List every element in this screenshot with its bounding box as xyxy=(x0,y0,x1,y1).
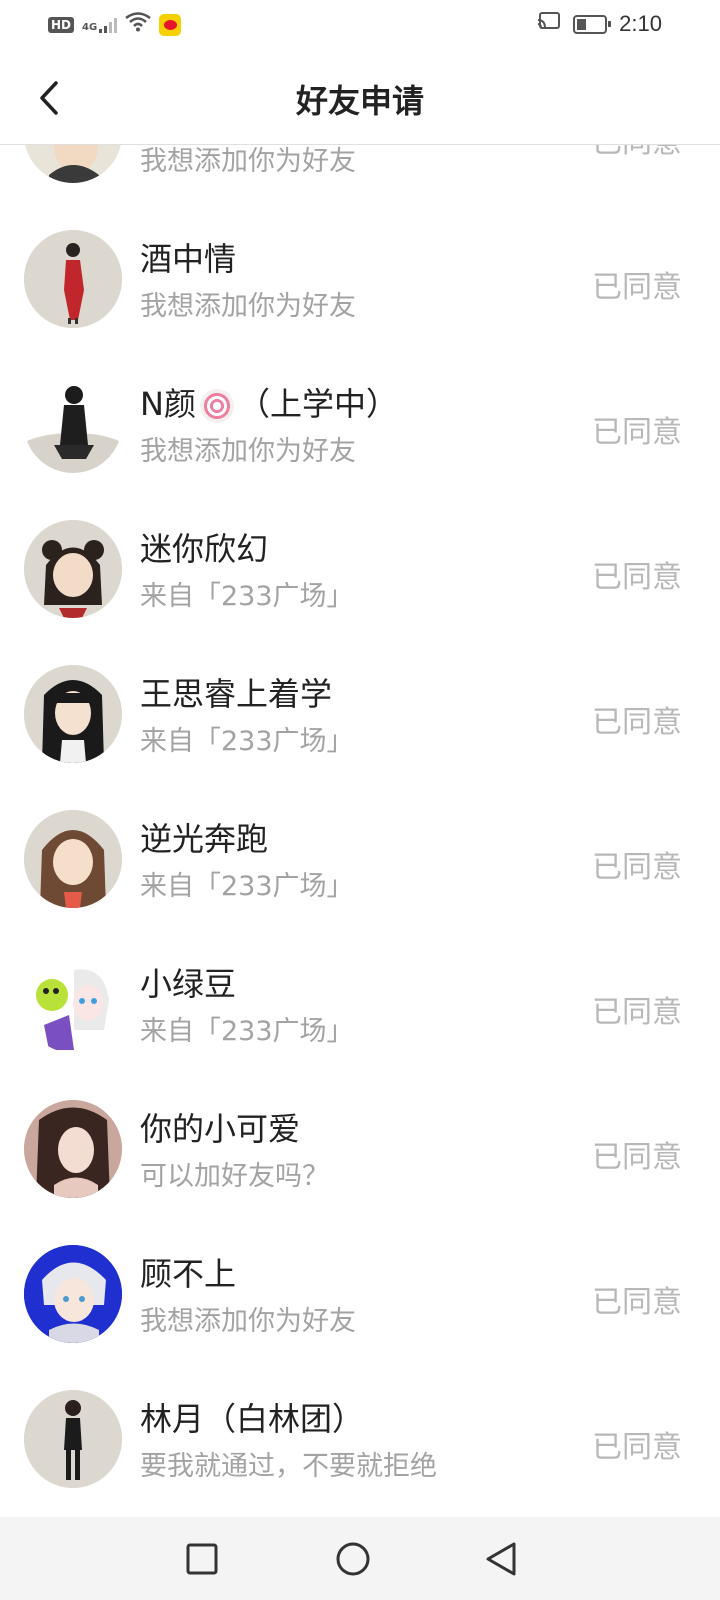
lollipop-emoji-icon xyxy=(199,389,234,423)
status-bar: HD 4G 2:10 xyxy=(0,0,720,52)
requester-name: 酒中情 xyxy=(140,240,237,278)
request-message: 我想添加你为好友 xyxy=(140,436,356,467)
avatar[interactable] xyxy=(24,145,122,183)
clock-time: 2:10 xyxy=(619,11,662,36)
request-message: 来自「233广场」 xyxy=(140,726,354,757)
friend-request-row[interactable]: N颜 （上学中） 我想添加你为好友 已同意 xyxy=(0,329,720,474)
avatar[interactable] xyxy=(24,520,122,618)
request-message: 我想添加你为好友 xyxy=(140,291,356,322)
battery-icon xyxy=(573,14,612,34)
requester-name: 迷你欣幻 xyxy=(140,530,269,568)
home-button[interactable] xyxy=(333,1539,373,1579)
request-status: 已同意 xyxy=(592,415,682,450)
request-status: 已同意 xyxy=(592,145,682,161)
friend-request-row[interactable]: 林月（白林团） 要我就通过，不要就拒绝 已同意 xyxy=(0,1344,720,1489)
page-title: 好友申请 xyxy=(295,82,424,120)
requester-name: 顾不上 xyxy=(140,1255,237,1293)
network-type-label: 4G xyxy=(82,22,98,33)
avatar[interactable] xyxy=(24,1245,122,1343)
avatar[interactable] xyxy=(24,1100,122,1198)
cast-icon xyxy=(537,11,561,37)
request-status: 已同意 xyxy=(592,1285,682,1320)
avatar[interactable] xyxy=(24,955,122,1053)
hd-icon: HD xyxy=(48,17,75,33)
signal-icon: 4G xyxy=(82,17,118,33)
request-status: 已同意 xyxy=(592,850,682,885)
friend-request-row[interactable]: 你的小可爱 可以加好友吗？ 已同意 xyxy=(0,1054,720,1199)
system-navigation-bar xyxy=(0,1517,720,1600)
request-status: 已同意 xyxy=(592,1140,682,1175)
friend-request-row[interactable]: 小绿豆 来自「233广场」 已同意 xyxy=(0,909,720,1054)
requester-name-prefix: N颜 xyxy=(140,385,196,423)
requester-name: 王思睿上着学 xyxy=(140,675,333,713)
friend-request-row[interactable]: 我想添加你为好友 已同意 xyxy=(0,145,720,184)
friend-request-row[interactable]: 王思睿上着学 来自「233广场」 已同意 xyxy=(0,619,720,764)
request-message: 我想添加你为好友 xyxy=(140,146,356,177)
requester-name: 小绿豆 xyxy=(140,965,237,1003)
back-triangle-icon xyxy=(486,1542,516,1576)
request-status: 已同意 xyxy=(592,705,682,740)
request-message: 来自「233广场」 xyxy=(140,581,354,612)
requester-name-suffix: （上学中） xyxy=(237,385,398,423)
friend-request-row[interactable]: 顾不上 我想添加你为好友 已同意 xyxy=(0,1199,720,1344)
avatar[interactable] xyxy=(24,1390,122,1488)
request-status: 已同意 xyxy=(592,995,682,1030)
recents-square-icon xyxy=(186,1543,218,1575)
recents-button[interactable] xyxy=(182,1539,222,1579)
request-message: 可以加好友吗？ xyxy=(140,1161,329,1192)
request-message: 要我就通过，不要就拒绝 xyxy=(140,1451,437,1482)
home-circle-icon xyxy=(336,1542,370,1576)
header-bar: 好友申请 xyxy=(0,52,720,145)
status-left-icons: HD 4G xyxy=(48,12,182,38)
avatar[interactable] xyxy=(24,665,122,763)
requester-name: 逆光奔跑 xyxy=(140,820,269,858)
request-message: 来自「233广场」 xyxy=(140,1016,354,1047)
friend-request-row[interactable]: 迷你欣幻 来自「233广场」 已同意 xyxy=(0,474,720,619)
request-status: 已同意 xyxy=(592,1430,682,1465)
friend-request-row[interactable]: 逆光奔跑 来自「233广场」 已同意 xyxy=(0,764,720,909)
avatar[interactable] xyxy=(24,230,122,328)
status-right-icons: 2:10 xyxy=(537,11,662,37)
friend-request-list[interactable]: 我想添加你为好友 已同意 酒中情 我想添加你为好友 已同意 xyxy=(0,145,720,1517)
requester-name: 林月（白林团） xyxy=(140,1400,365,1438)
request-message: 来自「233广场」 xyxy=(140,871,354,902)
weibo-icon xyxy=(159,14,182,36)
requester-name: N颜 （上学中） xyxy=(140,379,398,425)
request-message: 我想添加你为好友 xyxy=(140,1306,356,1337)
avatar[interactable] xyxy=(24,810,122,908)
nav-back-button[interactable] xyxy=(482,1539,522,1579)
avatar[interactable] xyxy=(24,375,122,473)
requester-name: 你的小可爱 xyxy=(140,1110,301,1148)
request-status: 已同意 xyxy=(592,560,682,595)
friend-request-row[interactable]: 酒中情 我想添加你为好友 已同意 xyxy=(0,184,720,329)
wifi-icon xyxy=(125,12,151,38)
request-status: 已同意 xyxy=(592,270,682,305)
